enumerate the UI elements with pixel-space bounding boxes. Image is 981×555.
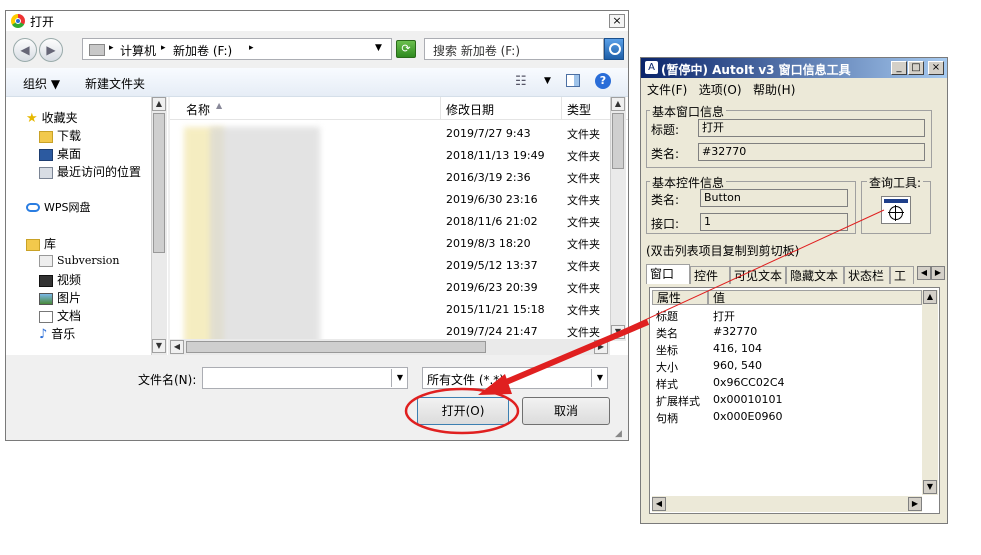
annotation-arrow-head [478,374,512,395]
annotation-arrow-shaft [490,319,650,391]
open-button-highlight-circle [404,387,520,435]
annotation-overlay [404,209,885,435]
